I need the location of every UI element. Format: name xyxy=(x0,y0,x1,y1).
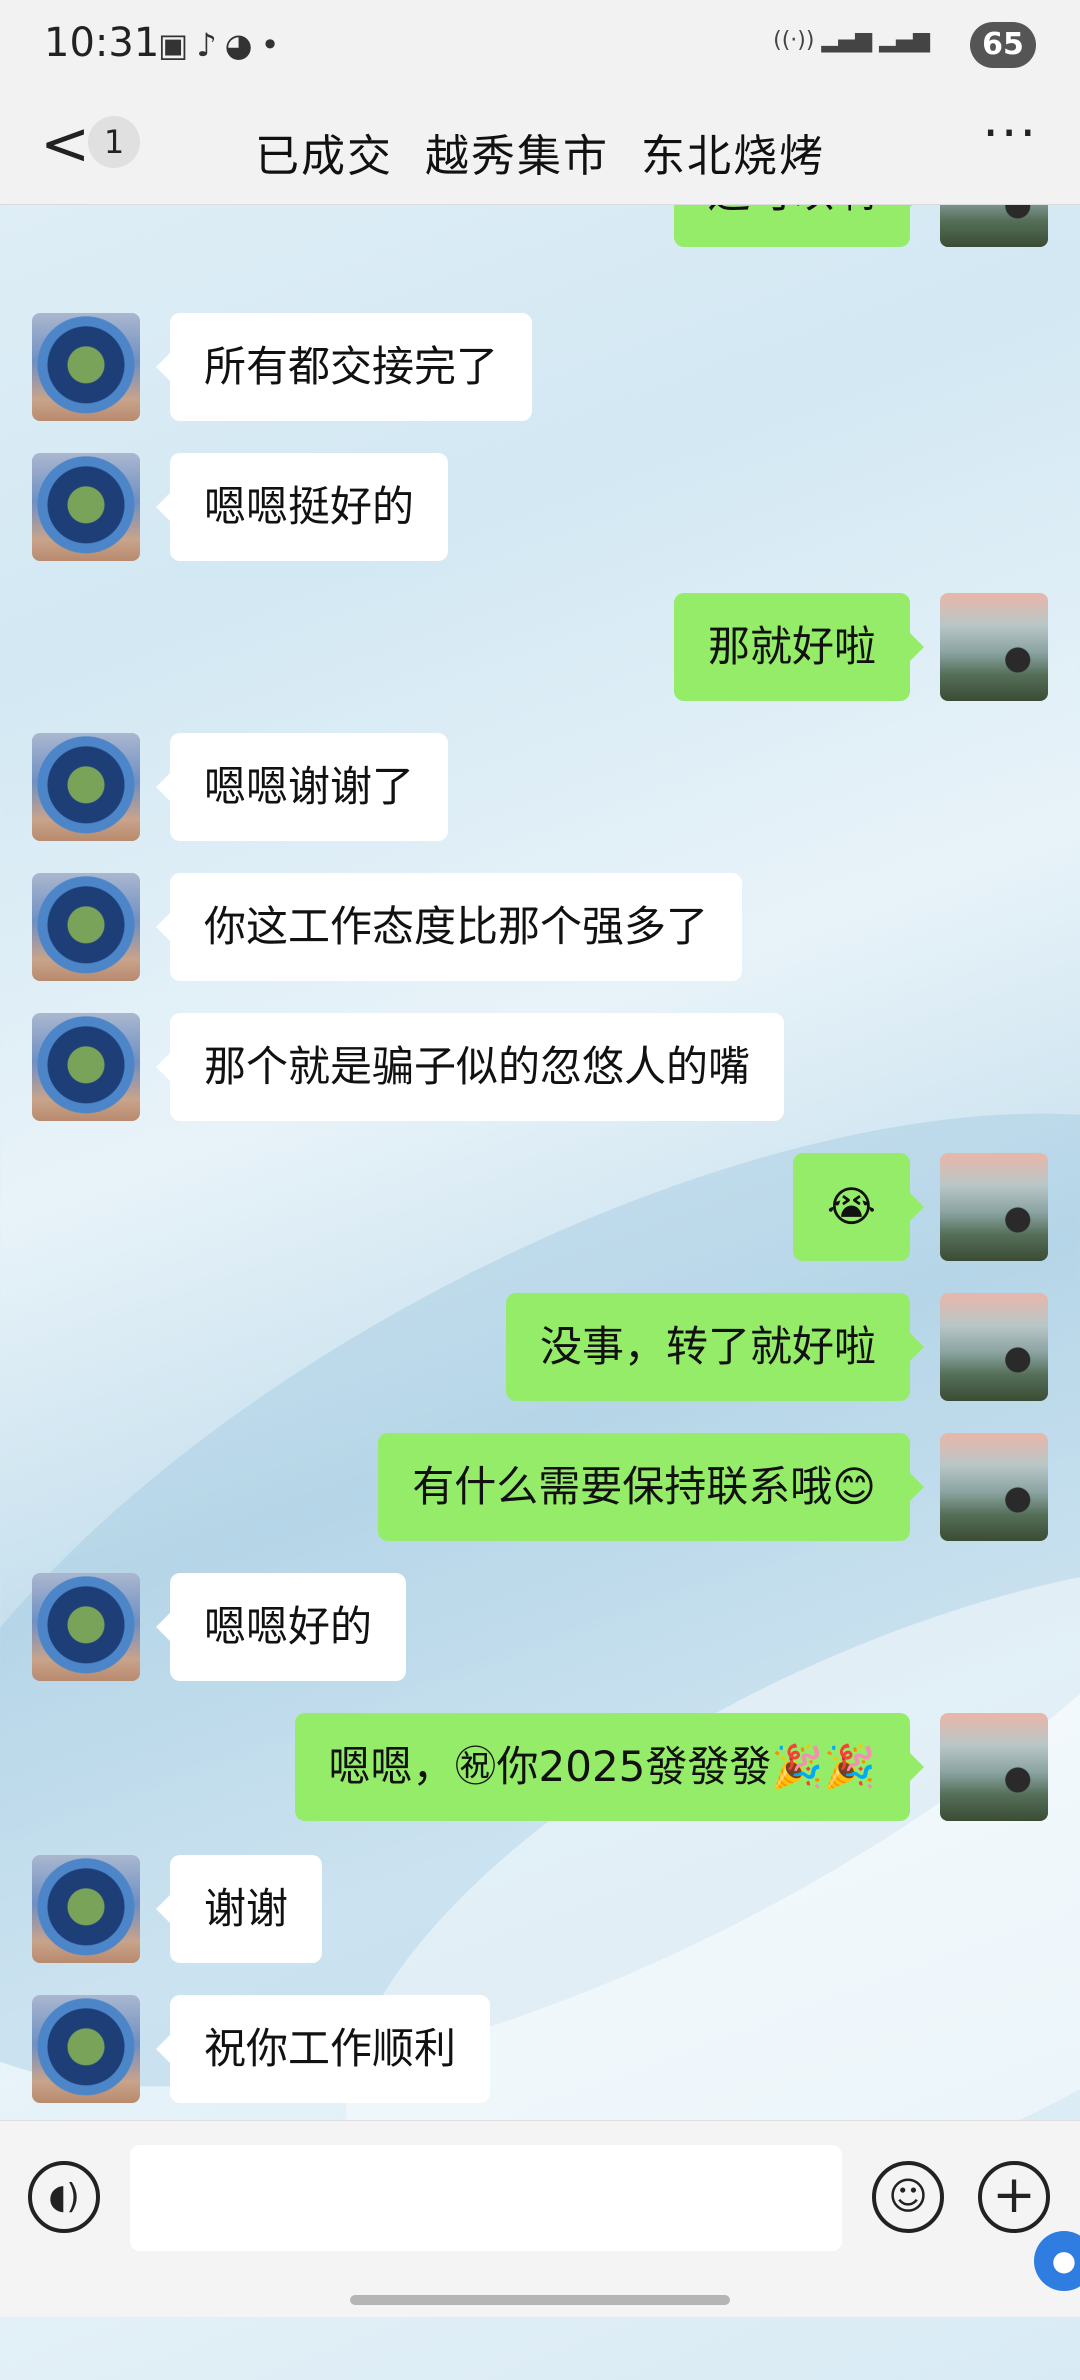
contact-avatar[interactable] xyxy=(32,313,140,421)
emoji-icon[interactable]: ☺ xyxy=(872,2161,944,2233)
message-row: 嗯嗯挺好的 xyxy=(0,453,1080,561)
incoming-message[interactable]: 嗯嗯谢谢了 xyxy=(155,733,449,841)
incoming-message[interactable]: 祝你工作顺利 xyxy=(155,1995,491,2103)
incoming-message[interactable]: 所有都交接完了 xyxy=(155,313,533,421)
message-row: 谢谢 xyxy=(0,1855,1080,1963)
status-bar: 10:31 ▣♪◕• ((·)) ▂▄▆ ▂▄▆ 65 xyxy=(0,0,1080,90)
wifi-icon: ((·)) xyxy=(773,28,815,53)
signal-icon: ▂▄▆ xyxy=(821,28,873,53)
message-row: 那就好啦 xyxy=(0,593,1080,701)
input-bar: ◖) ☺ + ● xyxy=(0,2120,1080,2317)
message-row: 所有都交接完了 xyxy=(0,313,1080,421)
message-row: 😭 xyxy=(0,1153,1080,1261)
more-options-icon[interactable]: ··· xyxy=(982,104,1038,164)
incoming-message[interactable]: 嗯嗯挺好的 xyxy=(155,453,449,561)
my-avatar[interactable] xyxy=(940,1153,1048,1261)
incoming-message[interactable]: 你这工作态度比那个强多了 xyxy=(155,873,743,981)
notification-icons: ▣♪◕• xyxy=(158,26,287,64)
message-row: 嗯嗯好的 xyxy=(0,1573,1080,1681)
signal-icon: ▂▄▆ xyxy=(879,28,930,53)
outgoing-message[interactable]: 那就好啦 xyxy=(673,593,925,701)
contact-avatar[interactable] xyxy=(32,1855,140,1963)
contact-avatar[interactable] xyxy=(32,453,140,561)
chat-header: < 1 已成交 越秀集市 东北烧烤 ··· xyxy=(0,90,1080,205)
contact-avatar[interactable] xyxy=(32,1995,140,2103)
my-avatar[interactable] xyxy=(940,593,1048,701)
chat-title: 已成交 越秀集市 东北烧烤 xyxy=(255,131,825,182)
outgoing-message[interactable]: 嗯嗯，㊗你2025發發發🎉🎉 xyxy=(294,1713,925,1821)
contact-avatar[interactable] xyxy=(32,1573,140,1681)
plus-icon[interactable]: + xyxy=(978,2161,1050,2233)
outgoing-message[interactable]: 😭 xyxy=(792,1153,925,1261)
my-avatar[interactable] xyxy=(940,1433,1048,1541)
message-row: 你这工作态度比那个强多了 xyxy=(0,873,1080,981)
voice-icon[interactable]: ◖) xyxy=(28,2161,100,2233)
message-row: 嗯嗯谢谢了 xyxy=(0,733,1080,841)
dot-icon: • xyxy=(260,26,288,64)
screenshot-icon: ▣ xyxy=(158,26,197,64)
status-time: 10:31 xyxy=(44,20,160,66)
message-row: 没事，转了就好啦 xyxy=(0,1293,1080,1401)
outgoing-message[interactable]: 没事，转了就好啦 xyxy=(505,1293,925,1401)
message-row: 那个就是骗子似的忽悠人的嘴 xyxy=(0,1013,1080,1121)
wechat-icon: ◕ xyxy=(224,26,261,64)
message-row: 嗯嗯，㊗你2025發發發🎉🎉 xyxy=(0,1713,1080,1821)
outgoing-message[interactable]: 有什么需要保持联系哦😊 xyxy=(378,1433,924,1541)
home-indicator[interactable] xyxy=(350,2295,730,2305)
battery-indicator: 65 xyxy=(970,22,1036,68)
incoming-message[interactable]: 那个就是骗子似的忽悠人的嘴 xyxy=(155,1013,785,1121)
message-input[interactable] xyxy=(130,2145,842,2251)
incoming-message[interactable]: 谢谢 xyxy=(155,1855,323,1963)
my-avatar[interactable] xyxy=(940,1293,1048,1401)
tiktok-icon: ♪ xyxy=(196,26,225,64)
message-row: 有什么需要保持联系哦😊 xyxy=(0,1433,1080,1541)
outgoing-message[interactable]: 还可以啊 xyxy=(673,205,925,247)
network-indicator: ((·)) ▂▄▆ ▂▄▆ xyxy=(773,28,930,53)
my-avatar[interactable] xyxy=(940,205,1048,247)
contact-avatar[interactable] xyxy=(32,1013,140,1121)
contact-avatar[interactable] xyxy=(32,733,140,841)
contact-avatar[interactable] xyxy=(32,873,140,981)
message-list[interactable]: 还可以啊 所有都交接完了 嗯嗯挺好的 那就好啦 嗯嗯谢谢了 你这工作态度比那个强… xyxy=(0,205,1080,2120)
message-row: 还可以啊 xyxy=(0,205,1080,247)
my-avatar[interactable] xyxy=(940,1713,1048,1821)
incoming-message[interactable]: 嗯嗯好的 xyxy=(155,1573,407,1681)
floating-chat-icon[interactable]: ● xyxy=(1034,2231,1080,2291)
message-row: 祝你工作顺利 xyxy=(0,1995,1080,2103)
